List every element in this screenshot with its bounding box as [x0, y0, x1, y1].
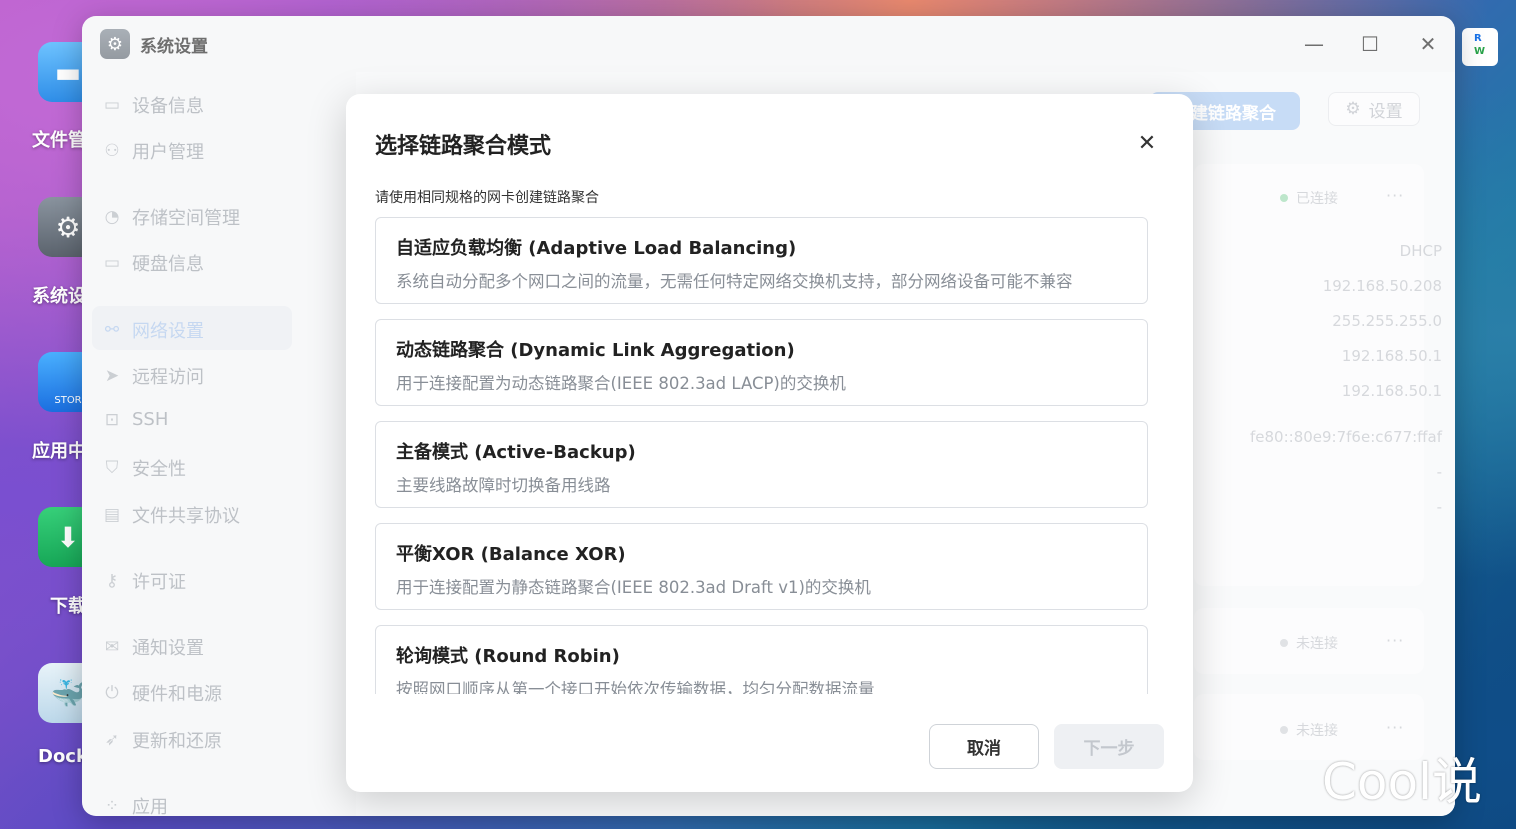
option-description: 主要线路故障时切换备用线路 [396, 476, 611, 495]
option-title: 主备模式 (Active-Backup) [396, 442, 636, 463]
rw-badge[interactable]: R W [1462, 28, 1498, 66]
bond-mode-list[interactable]: 自适应负载均衡 (Adaptive Load Balancing) 系统自动分配… [375, 217, 1148, 694]
bond-option-active-backup[interactable]: 主备模式 (Active-Backup) 主要线路故障时切换备用线路 [375, 421, 1148, 508]
dialog-hint: 请使用相同规格的网卡创建链路聚合 [375, 190, 599, 206]
desktop-icon-label: 文件管 [32, 130, 86, 151]
option-title: 平衡XOR (Balance XOR) [396, 544, 626, 565]
option-title: 动态链路聚合 (Dynamic Link Aggregation) [396, 340, 795, 361]
option-description: 按照网口顺序从第一个接口开始依次传输数据，均匀分配数据流量 [396, 680, 875, 694]
watermark: Cool说 [1322, 753, 1482, 811]
cancel-button[interactable]: 取消 [929, 724, 1039, 769]
bond-option-balance-xor[interactable]: 平衡XOR (Balance XOR) 用于连接配置为静态链路聚合(IEEE 8… [375, 523, 1148, 610]
desktop-icon-label: Dock [38, 746, 88, 767]
badge-w: W [1474, 46, 1486, 57]
bond-option-adaptive[interactable]: 自适应负载均衡 (Adaptive Load Balancing) 系统自动分配… [375, 217, 1148, 304]
option-title: 轮询模式 (Round Robin) [396, 646, 620, 667]
option-description: 系统自动分配多个网口之间的流量，无需任何特定网络交换机支持，部分网络设备可能不兼… [396, 272, 1073, 291]
option-description: 用于连接配置为动态链路聚合(IEEE 802.3ad LACP)的交换机 [396, 374, 846, 393]
bond-mode-dialog: 选择链路聚合模式 ✕ 请使用相同规格的网卡创建链路聚合 自适应负载均衡 (Ada… [346, 94, 1193, 792]
desktop-icon-label: 系统设 [32, 286, 86, 307]
badge-r: R [1474, 33, 1482, 44]
bond-option-lacp[interactable]: 动态链路聚合 (Dynamic Link Aggregation) 用于连接配置… [375, 319, 1148, 406]
next-button[interactable]: 下一步 [1054, 724, 1164, 769]
option-description: 用于连接配置为静态链路聚合(IEEE 802.3ad Draft v1)的交换机 [396, 578, 871, 597]
dialog-title: 选择链路聚合模式 [375, 134, 552, 159]
desktop-icon-label: 应用中 [32, 441, 86, 462]
bond-option-round-robin[interactable]: 轮询模式 (Round Robin) 按照网口顺序从第一个接口开始依次传输数据，… [375, 625, 1148, 694]
close-icon[interactable]: ✕ [1134, 130, 1160, 156]
desktop-icon-label: 下载 [50, 596, 86, 617]
store-icon-text: STOR [54, 395, 82, 406]
option-title: 自适应负载均衡 (Adaptive Load Balancing) [396, 238, 797, 259]
